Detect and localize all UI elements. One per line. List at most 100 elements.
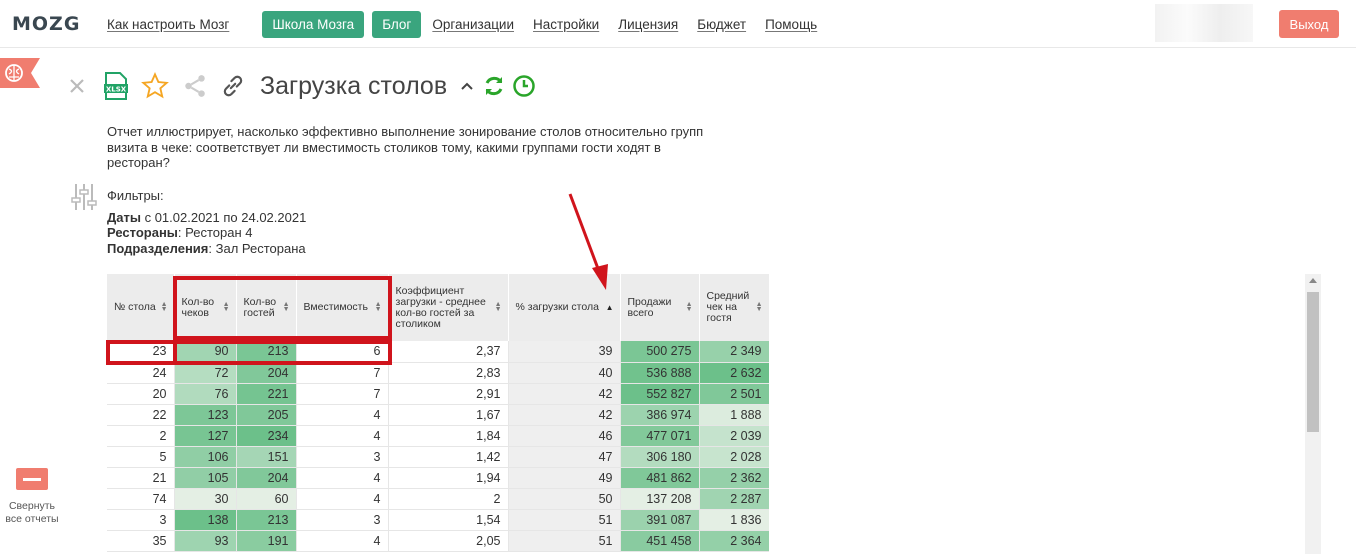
- mozg-logo[interactable]: MOZG: [12, 10, 79, 38]
- col-header-sales[interactable]: Продажи всего ▲ ▼: [620, 274, 700, 341]
- cell-table-no: 2: [107, 425, 175, 447]
- report-description: Отчет иллюстрирует, насколько эффективно…: [107, 124, 704, 170]
- sort-icon: ▲ ▼: [160, 301, 168, 313]
- nav-license-link[interactable]: Лицензия: [618, 17, 678, 32]
- cell-load-factor: 1,54: [388, 509, 509, 531]
- table-row[interactable]: 20 76 221 7 2,91 42 552 827 2 501: [107, 383, 769, 405]
- cell-checks: 138: [174, 509, 237, 531]
- filter-departments: Подразделения: Зал Ресторана: [107, 241, 306, 257]
- cell-load-percent: 47: [508, 446, 621, 468]
- cell-sales: 552 827: [620, 383, 700, 405]
- xlsx-icon-label: XLSX: [106, 86, 127, 94]
- col-header-label: Коэффициент загрузки - среднее кол-во го…: [395, 284, 486, 330]
- sort-icon: ▲ ▼: [685, 301, 693, 313]
- cell-guests: 204: [236, 362, 297, 384]
- cell-checks: 72: [174, 362, 237, 384]
- table-row[interactable]: 5 106 151 3 1,42 47 306 180 2 028: [107, 446, 769, 468]
- cell-checks: 30: [174, 488, 237, 510]
- cell-guests: 234: [236, 425, 297, 447]
- cell-avg-check: 2 632: [699, 362, 769, 384]
- xlsx-export-icon[interactable]: XLSX: [102, 72, 130, 100]
- cell-checks: 106: [174, 446, 237, 468]
- collapse-reports-label: Свернуть все отчеты: [5, 500, 59, 525]
- clock-icon[interactable]: [511, 74, 537, 98]
- filter-dates-value: с 01.02.2021 по 24.02.2021: [140, 209, 307, 225]
- main-nav: Как настроить Мозг Школа Мозга Блог Орга…: [107, 0, 836, 48]
- cell-guests: 191: [236, 530, 297, 552]
- link-icon[interactable]: [218, 73, 248, 99]
- cell-avg-check: 2 039: [699, 425, 769, 447]
- table-row[interactable]: 22 123 205 4 1,67 42 386 974 1 888: [107, 404, 769, 426]
- cell-load-percent: 51: [508, 530, 621, 552]
- cell-avg-check: 2 362: [699, 467, 769, 489]
- col-header-label: Средний чек на гостя: [706, 290, 750, 324]
- cell-capacity: 4: [296, 404, 389, 426]
- cell-guests: 213: [236, 509, 297, 531]
- share-icon[interactable]: [180, 73, 210, 99]
- filters-icon[interactable]: [70, 182, 98, 217]
- cell-sales: 500 275: [620, 341, 700, 363]
- cell-table-no: 20: [107, 383, 175, 405]
- col-header-label: № стола: [114, 301, 156, 313]
- cell-checks: 76: [174, 383, 237, 405]
- table-row[interactable]: 2 127 234 4 1,84 46 477 071 2 039: [107, 425, 769, 447]
- cell-table-no: 24: [107, 362, 175, 384]
- cell-avg-check: 2 287: [699, 488, 769, 510]
- cell-load-factor: 2,05: [388, 530, 509, 552]
- cell-table-no: 5: [107, 446, 175, 468]
- nav-how-to-link[interactable]: Как настроить Мозг: [107, 17, 229, 32]
- close-icon[interactable]: [66, 78, 88, 94]
- favorite-star-icon[interactable]: [140, 72, 170, 100]
- brain-icon: [0, 58, 40, 88]
- nav-settings-link[interactable]: Настройки: [533, 17, 599, 32]
- chevron-up-icon[interactable]: [457, 79, 477, 93]
- filter-restaurants-label: Рестораны: [107, 225, 178, 240]
- cell-avg-check: 2 028: [699, 446, 769, 468]
- nav-school-button[interactable]: Школа Мозга: [262, 10, 365, 38]
- cell-load-factor: 2,91: [388, 383, 509, 405]
- cell-checks: 123: [174, 404, 237, 426]
- scrollbar-thumb[interactable]: [1307, 292, 1319, 432]
- table-body: 23 90 213 6 2,37 39 500 275 2 349 24 72 204 7 2,83 40…: [107, 341, 769, 552]
- nav-orgs-link[interactable]: Организации: [432, 17, 514, 32]
- cell-load-percent: 51: [508, 509, 621, 531]
- table-row[interactable]: 21 105 204 4 1,94 49 481 862 2 362: [107, 467, 769, 489]
- col-header-load-factor[interactable]: Коэффициент загрузки - среднее кол-во го…: [388, 274, 509, 341]
- nav-help-link[interactable]: Помощь: [765, 17, 817, 32]
- cell-load-factor: 2,37: [388, 341, 509, 363]
- scroll-up-arrow[interactable]: [1309, 278, 1317, 283]
- cell-guests: 60: [236, 488, 297, 510]
- table-row[interactable]: 24 72 204 7 2,83 40 536 888 2 632: [107, 362, 769, 384]
- table-row[interactable]: 74 30 60 4 2 50 137 208 2 287: [107, 488, 769, 510]
- cell-load-factor: 2: [388, 488, 509, 510]
- sort-icon: ▲ ▼: [494, 301, 502, 313]
- col-header-avg-check[interactable]: Средний чек на гостя ▲ ▼: [699, 274, 769, 341]
- filters-panel: Фильтры: Даты с 01.02.2021 по 24.02.2021…: [107, 188, 306, 256]
- cell-table-no: 3: [107, 509, 175, 531]
- table-row[interactable]: 35 93 191 4 2,05 51 451 458 2 364: [107, 530, 769, 552]
- cell-guests: 221: [236, 383, 297, 405]
- logout-button[interactable]: Выход: [1279, 10, 1339, 38]
- nav-blog-button[interactable]: Блог: [372, 10, 422, 38]
- cell-capacity: 4: [296, 530, 389, 552]
- cell-table-no: 74: [107, 488, 175, 510]
- report-header: XLSX Загрузка столов: [66, 68, 537, 104]
- cell-capacity: 3: [296, 509, 389, 531]
- user-account-area[interactable]: [1155, 4, 1253, 42]
- sort-icon: ▲ ▼: [755, 301, 763, 313]
- cell-table-no: 22: [107, 404, 175, 426]
- cell-avg-check: 1 836: [699, 509, 769, 531]
- cell-load-factor: 1,67: [388, 404, 509, 426]
- refresh-icon[interactable]: [481, 74, 507, 98]
- nav-budget-link[interactable]: Бюджет: [697, 17, 746, 32]
- cell-sales: 386 974: [620, 404, 700, 426]
- col-header-table-no[interactable]: № стола ▲ ▼: [107, 274, 175, 341]
- top-navbar: MOZG Как настроить Мозг Школа Мозга Блог…: [0, 0, 1356, 48]
- vertical-scrollbar[interactable]: [1305, 274, 1321, 554]
- cell-sales: 306 180: [620, 446, 700, 468]
- collapse-reports-button[interactable]: [16, 468, 48, 490]
- cell-sales: 536 888: [620, 362, 700, 384]
- brain-menu-tab[interactable]: [0, 58, 40, 88]
- cell-checks: 127: [174, 425, 237, 447]
- table-row[interactable]: 3 138 213 3 1,54 51 391 087 1 836: [107, 509, 769, 531]
